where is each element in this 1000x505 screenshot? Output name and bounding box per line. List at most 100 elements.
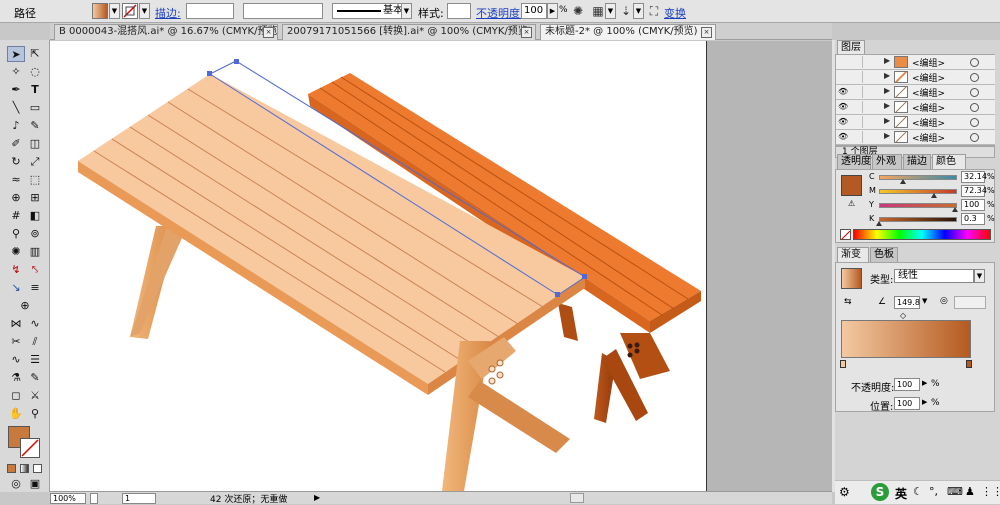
- expand-icon[interactable]: ▶: [884, 101, 890, 110]
- eye-icon[interactable]: 👁: [838, 132, 848, 142]
- target-icon[interactable]: [970, 118, 979, 127]
- channel-y-slider[interactable]: [879, 203, 957, 208]
- eraser-tool-icon[interactable]: ◫: [26, 136, 44, 152]
- gradient-mode-icon[interactable]: [20, 464, 29, 473]
- expand-icon[interactable]: ▶: [884, 116, 890, 125]
- tab-color[interactable]: 颜色: [932, 154, 966, 169]
- align-grid-icon[interactable]: ▦: [590, 3, 606, 19]
- channel-slider-thumb[interactable]: [952, 207, 958, 212]
- pen-tool-icon[interactable]: ✒: [7, 82, 25, 98]
- brush-dropdown[interactable]: ▼: [401, 3, 412, 19]
- user-icon[interactable]: ♟: [965, 485, 975, 498]
- anchor-point[interactable]: [555, 292, 560, 297]
- eye-icon[interactable]: 👁: [838, 87, 848, 97]
- graph-tool-icon[interactable]: ∿: [7, 352, 25, 368]
- color-fill-swatch[interactable]: [841, 175, 862, 196]
- none-swatch-icon[interactable]: [840, 229, 851, 241]
- none-mode-icon[interactable]: [33, 464, 42, 473]
- gradient-slider-bar[interactable]: [841, 320, 971, 358]
- transform-link[interactable]: 变换: [664, 5, 686, 21]
- channel-slider-thumb[interactable]: [876, 221, 883, 226]
- target-icon[interactable]: [970, 133, 979, 142]
- magic-wand-tool-icon[interactable]: ✧: [7, 64, 25, 80]
- layer-row[interactable]: 👁 ▶ <编组>: [836, 130, 995, 145]
- expand-icon[interactable]: ▶: [884, 86, 890, 95]
- close-icon[interactable]: ×: [521, 27, 532, 38]
- close-icon[interactable]: ×: [263, 27, 274, 38]
- gradient-type-select[interactable]: 线性: [894, 269, 974, 283]
- brush-definition-field[interactable]: 基本: [332, 3, 412, 19]
- live-paint-tool-icon[interactable]: ↯: [7, 262, 25, 278]
- opacity-field[interactable]: 100: [521, 3, 547, 19]
- stroke-weight-field[interactable]: [186, 3, 234, 19]
- opacity-link[interactable]: 不透明度:: [476, 5, 524, 21]
- scissors-tool-icon[interactable]: ✂: [7, 334, 25, 350]
- color-mode-icon[interactable]: [7, 464, 16, 473]
- target-icon[interactable]: [970, 88, 979, 97]
- channel-y-value[interactable]: 100: [961, 199, 985, 211]
- out-of-gamut-icon[interactable]: ⚠: [848, 199, 855, 208]
- stroke-swatch[interactable]: [122, 3, 138, 19]
- tab-stroke[interactable]: 描边: [903, 154, 931, 169]
- zoom-field[interactable]: 100%: [50, 493, 86, 504]
- opacity-stepper[interactable]: ▶: [922, 379, 927, 387]
- gradient-thumbnail[interactable]: [841, 268, 862, 289]
- page-field[interactable]: 1: [122, 493, 156, 504]
- stroke-dropdown[interactable]: ▼: [139, 3, 150, 19]
- ime-tool-icon[interactable]: ⚙: [839, 485, 850, 499]
- isolate-icon[interactable]: ⛶: [646, 3, 662, 19]
- type-tool-icon[interactable]: T: [26, 82, 44, 98]
- eyedropper-tool-icon[interactable]: ⚲: [7, 226, 25, 242]
- grid-icon[interactable]: ⋮⋮: [981, 485, 1000, 498]
- eyedropper-2-tool-icon[interactable]: ⚗: [7, 370, 25, 386]
- channel-m-slider[interactable]: [879, 189, 957, 194]
- artboard[interactable]: [50, 41, 707, 491]
- knife-2-tool-icon[interactable]: ⚔: [26, 388, 44, 404]
- channel-slider-thumb[interactable]: [930, 193, 937, 198]
- layer-row[interactable]: ▶ <编组>: [836, 70, 995, 85]
- puppet-icon[interactable]: ⇣: [618, 3, 634, 19]
- scale-tool-icon[interactable]: ⤢: [26, 154, 44, 170]
- light-table[interactable]: [78, 74, 585, 491]
- gradient-location-field[interactable]: 100: [894, 397, 920, 410]
- layer-row[interactable]: 👁 ▶ <编组>: [836, 115, 995, 130]
- hand-tool-icon[interactable]: ✋: [7, 406, 25, 422]
- artboard-tool-icon[interactable]: ⋈: [7, 316, 25, 332]
- moon-icon[interactable]: ☾: [913, 485, 923, 498]
- layer-row[interactable]: ▶ <编组>: [836, 55, 995, 70]
- chevron-down-icon[interactable]: ▼: [974, 269, 985, 283]
- column-graph-tool-icon[interactable]: ▥: [26, 244, 44, 260]
- paintbrush-tool-icon[interactable]: ♪: [7, 118, 25, 134]
- angle-field[interactable]: 149.8: [894, 296, 920, 309]
- crop-tool-icon[interactable]: ◻: [7, 388, 25, 404]
- slice-select-tool-icon[interactable]: ≡: [26, 280, 44, 296]
- free-transform-tool-icon[interactable]: ⬚: [26, 172, 44, 188]
- crosshair-icon[interactable]: ⊕: [16, 298, 34, 314]
- target-icon[interactable]: [970, 73, 979, 82]
- pencil-tool-icon[interactable]: ✎: [26, 118, 44, 134]
- stroke-link[interactable]: 描边:: [155, 5, 181, 21]
- expand-icon[interactable]: ▶: [884, 131, 890, 140]
- location-stepper[interactable]: ▶: [922, 398, 927, 406]
- anchor-point[interactable]: [234, 59, 239, 64]
- eye-icon[interactable]: 👁: [838, 102, 848, 112]
- punctuation-icon[interactable]: °,: [929, 485, 938, 498]
- ime-language-indicator[interactable]: 英: [895, 485, 907, 502]
- target-icon[interactable]: [970, 58, 979, 67]
- draw-normal-icon[interactable]: ◎: [7, 476, 25, 492]
- gradient-stop-end[interactable]: [966, 360, 972, 368]
- gradient-tool-icon[interactable]: ◧: [26, 208, 44, 224]
- zoom-tool-icon[interactable]: ⚲: [26, 406, 44, 422]
- stroke-color-swatch[interactable]: [20, 438, 40, 458]
- recolor-icon[interactable]: ✺: [570, 3, 586, 19]
- channel-c-slider[interactable]: [879, 175, 957, 180]
- symbol-sprayer-tool-icon[interactable]: ✺: [7, 244, 25, 260]
- gradient-opacity-field[interactable]: 100: [894, 378, 920, 391]
- blob-brush-tool-icon[interactable]: ✐: [7, 136, 25, 152]
- tab-layers[interactable]: 图层: [837, 40, 865, 55]
- tab-swatches[interactable]: 色板: [870, 247, 898, 262]
- gradient-stop-start[interactable]: [840, 360, 846, 368]
- angle-dropdown[interactable]: ▼: [922, 297, 927, 305]
- input-method-logo-icon[interactable]: S: [871, 483, 889, 501]
- line-tool-icon[interactable]: ╲: [7, 100, 25, 116]
